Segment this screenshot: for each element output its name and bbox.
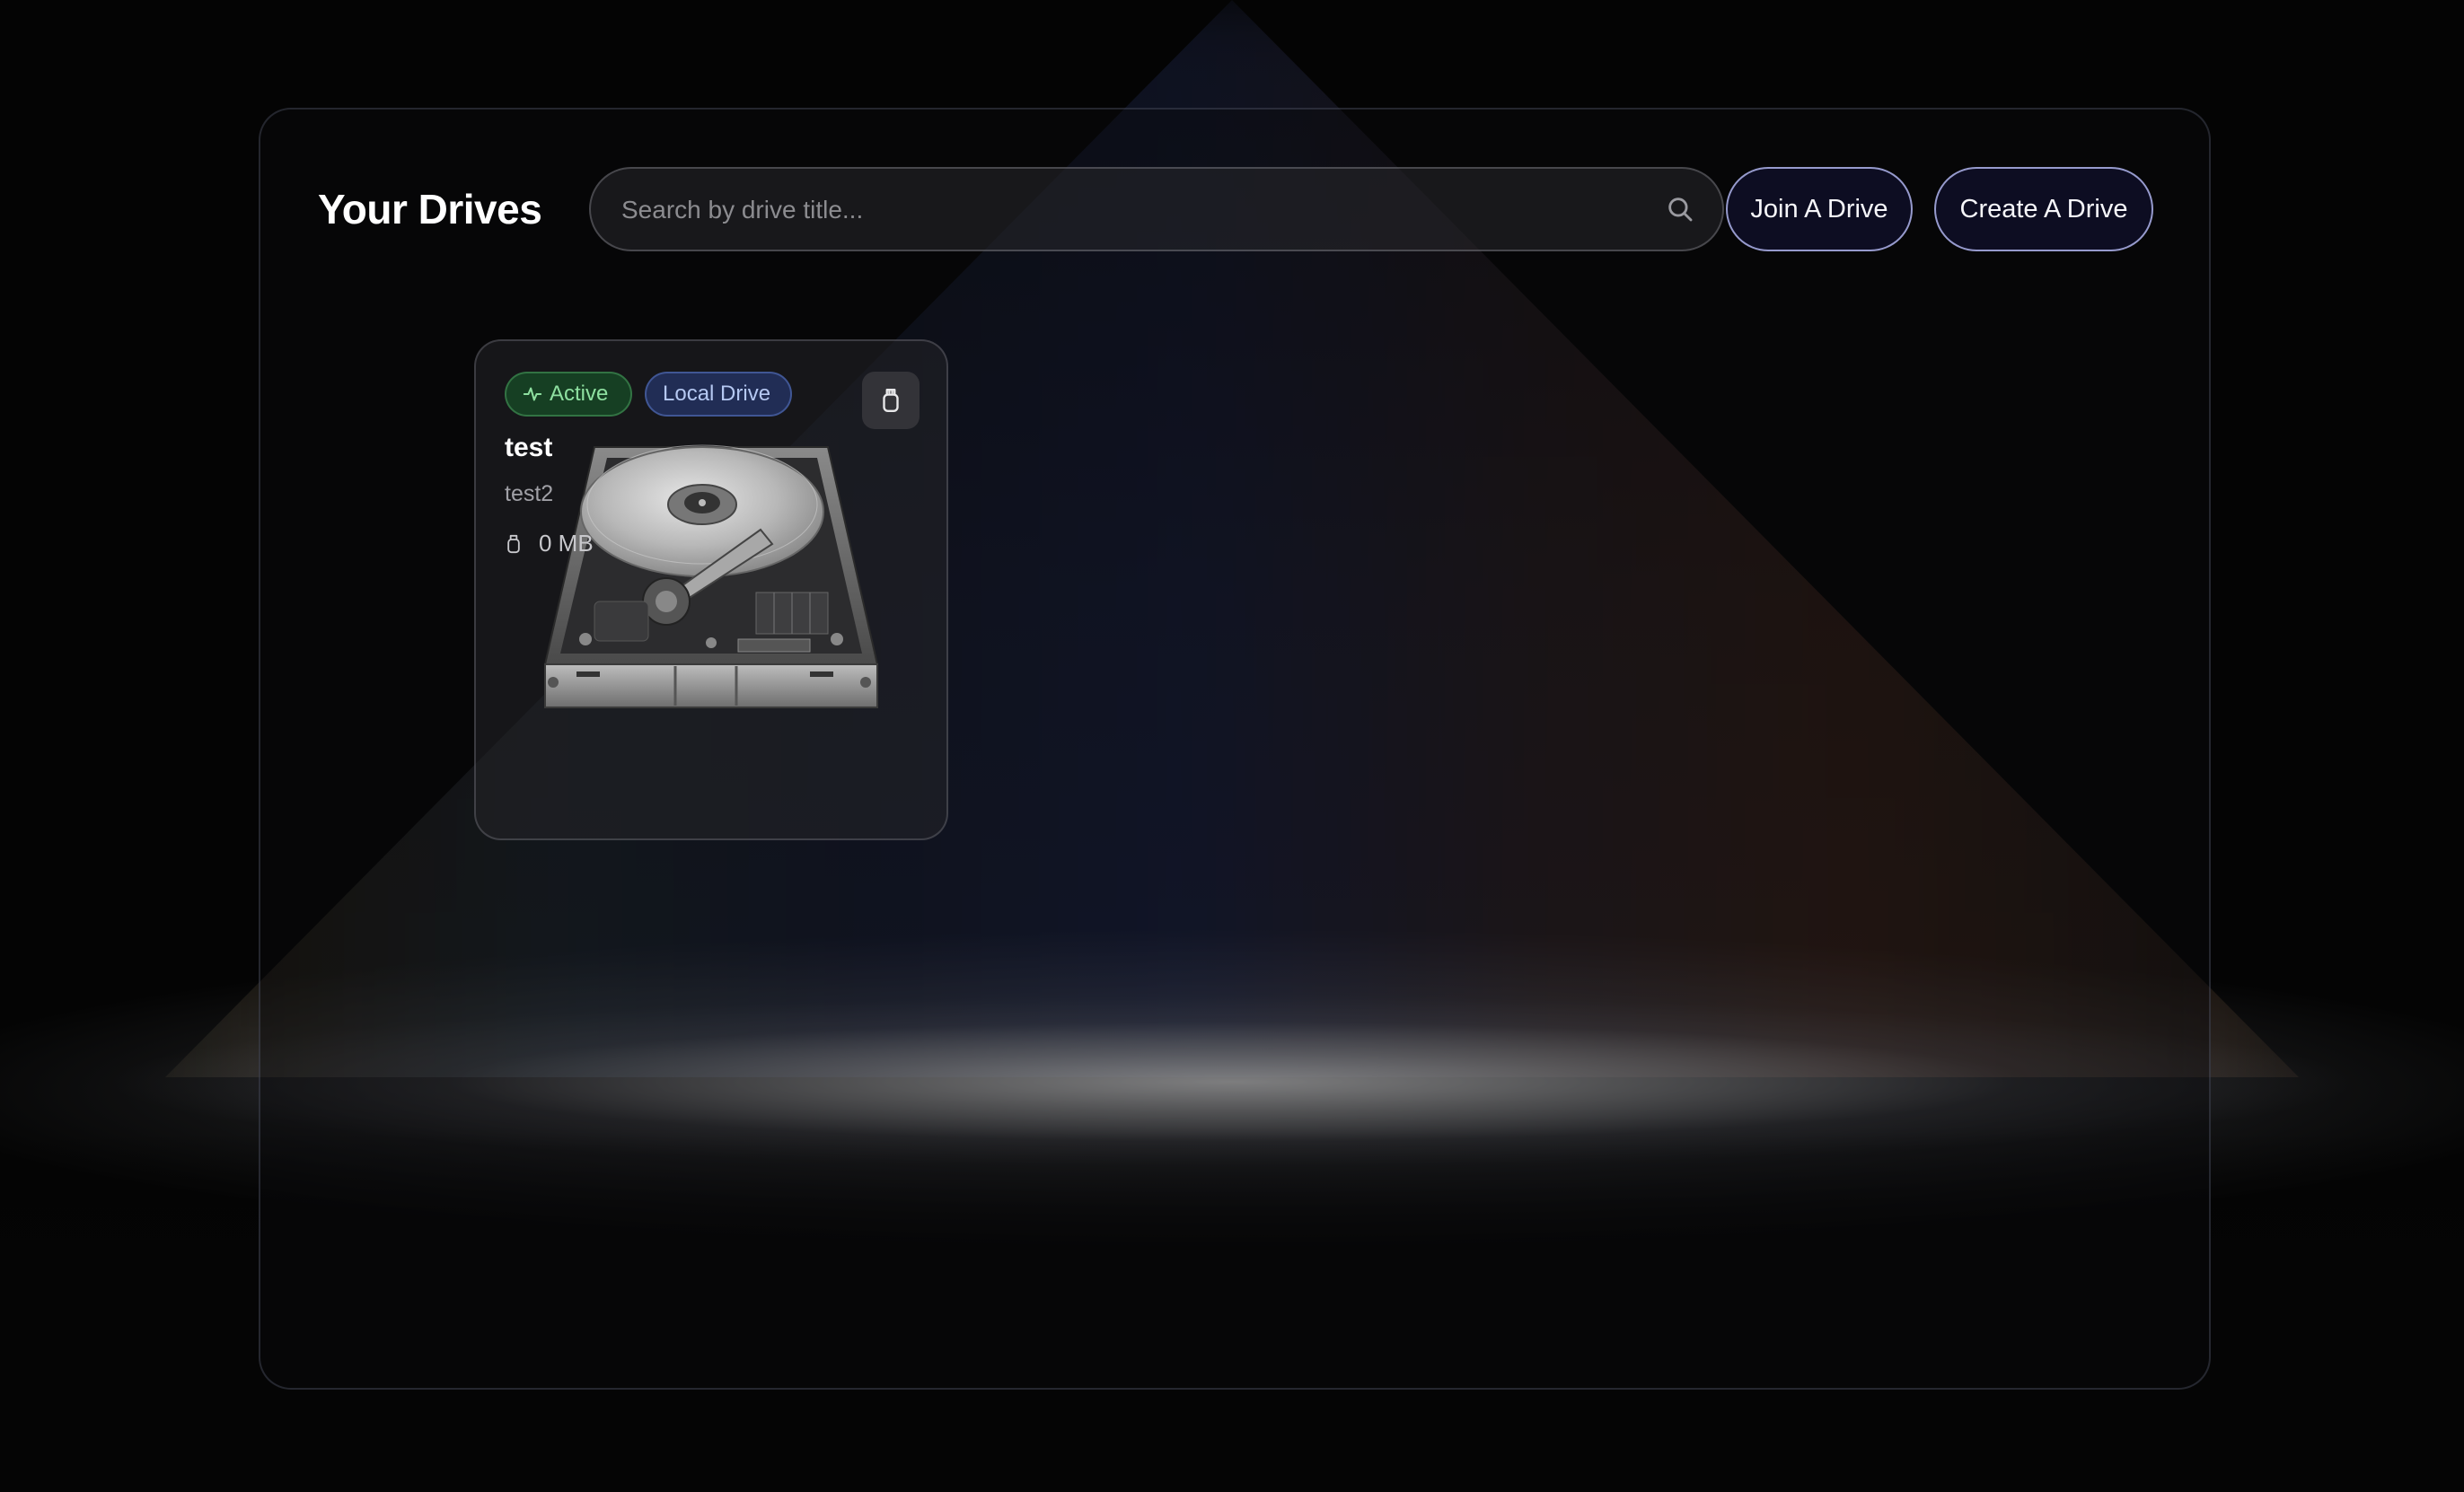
search-input[interactable] [620,169,1611,251]
drive-type-label: Local Drive [663,382,771,406]
drive-size: 0 MB [505,530,594,557]
status-badge: Active [505,372,632,417]
drive-card[interactable]: Active Local Drive test test2 0 MB [474,339,948,840]
status-badge-label: Active [550,382,609,406]
drive-type-badge: Local Drive [645,372,792,417]
usb-icon [507,534,520,553]
search-icon[interactable] [1665,194,1695,224]
search-bar [589,167,1724,251]
hard-drive-image [543,444,879,708]
create-drive-button[interactable]: Create A Drive [1934,167,2153,251]
drive-size-label: 0 MB [539,530,594,557]
background: Your Drives Join A Drive Create A Drive [0,0,2464,1492]
usb-button[interactable] [862,372,920,429]
join-drive-button[interactable]: Join A Drive [1726,167,1913,251]
drive-description: test2 [505,481,554,506]
drive-title: test [505,433,553,462]
activity-icon [523,387,542,401]
usb-icon [883,389,899,412]
page-title: Your Drives [318,186,542,233]
